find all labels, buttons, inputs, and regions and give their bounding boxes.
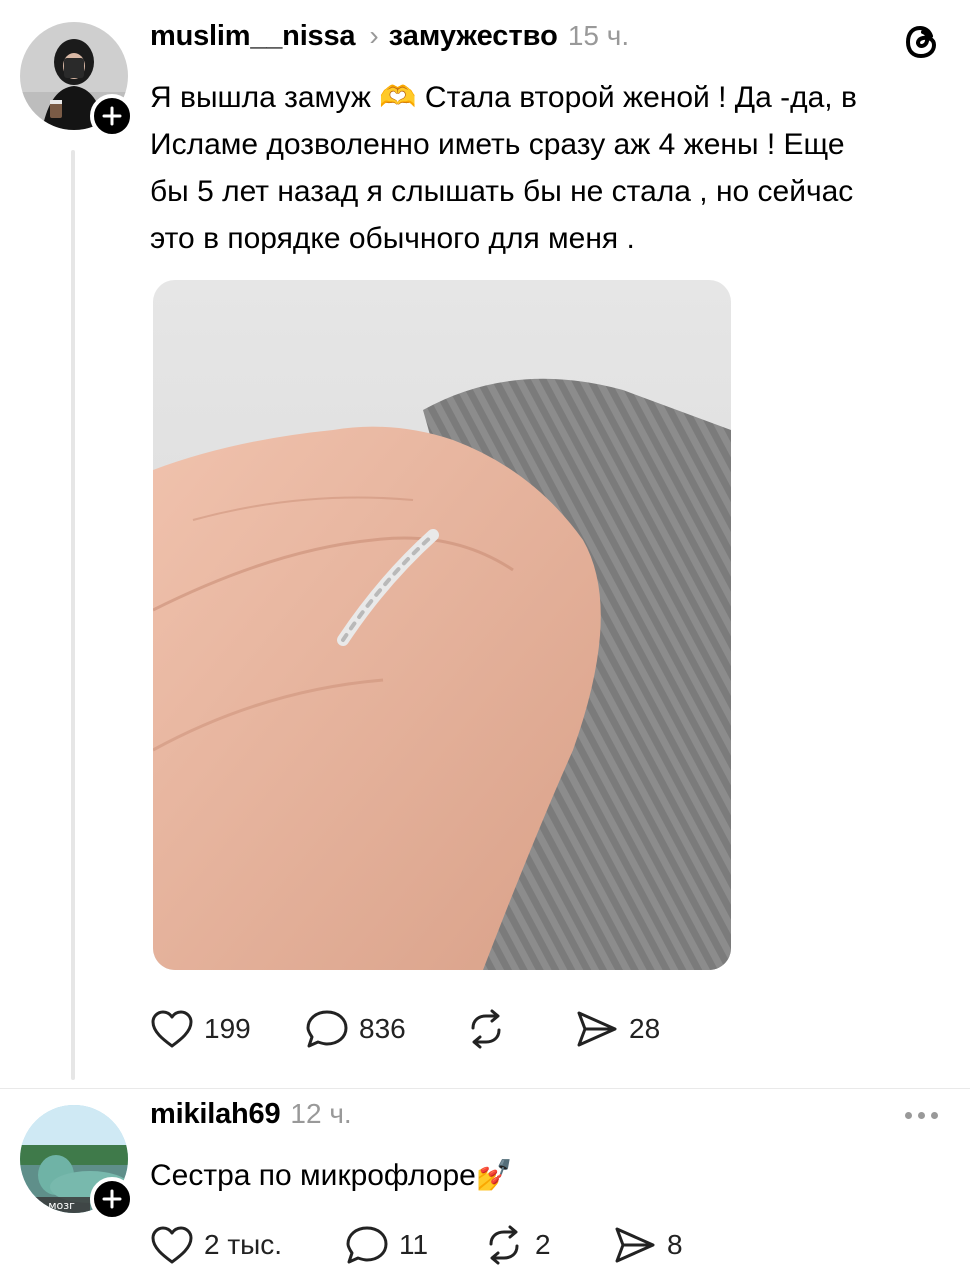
topic-tag[interactable]: замужество [389, 20, 558, 53]
like-count: 199 [204, 1013, 251, 1044]
comment-button[interactable]: 836 [305, 1008, 465, 1050]
thread-connector-line [71, 150, 75, 1080]
repost-icon [489, 1225, 519, 1265]
speech-bubble-icon [346, 1226, 388, 1264]
avatar-caption: о мозг [38, 1199, 75, 1212]
author-username[interactable]: muslim__nissa [150, 20, 356, 53]
post-text-line: бы 5 лет назад я слышать бы не стала , н… [150, 175, 854, 208]
speech-bubble-icon [306, 1010, 348, 1048]
share-count: 8 [667, 1229, 683, 1260]
post-text-line: Исламе дозволенно иметь сразу аж 4 жены … [150, 128, 845, 161]
send-icon [577, 1011, 617, 1047]
author-avatar[interactable] [20, 22, 134, 138]
comment-button[interactable]: 11 [345, 1224, 483, 1266]
send-icon [615, 1227, 655, 1263]
reply-username[interactable]: mikilah69 [150, 1098, 281, 1131]
reply-timestamp: 12 ч. [290, 1098, 352, 1129]
post-actions: 199 836 28 [150, 1006, 660, 1052]
ellipsis-icon[interactable] [905, 1112, 938, 1119]
share-button[interactable]: 8 [613, 1225, 683, 1265]
reply-author-avatar[interactable]: о мозг [20, 1105, 134, 1221]
reply-header: mikilah69 12 ч. [150, 1098, 352, 1131]
like-button[interactable]: 199 [150, 1009, 305, 1049]
like-button[interactable]: 2 тыс. [150, 1225, 345, 1265]
chevron-right-icon: › [369, 20, 379, 51]
plus-icon [102, 1189, 122, 1209]
reply-body-text: Сестра по микрофлоре💅 [150, 1159, 514, 1192]
post-text-line: это в порядке обычного для меня . [150, 222, 635, 255]
post-body-text: Я вышла замуж 🫶 Стала второй женой ! Да … [150, 74, 940, 262]
repost-count: 2 [535, 1229, 551, 1260]
follow-button[interactable] [90, 1177, 134, 1221]
share-button[interactable]: 28 [575, 1009, 660, 1049]
repost-button[interactable] [465, 1008, 575, 1050]
repost-icon [471, 1009, 501, 1049]
post-photo[interactable] [153, 280, 731, 970]
comment-count: 11 [399, 1229, 429, 1260]
threads-logo [905, 25, 937, 59]
post-header: muslim__nissa › замужество 15 ч. [150, 20, 629, 53]
follow-button[interactable] [90, 94, 134, 138]
repost-button[interactable]: 2 [483, 1224, 613, 1266]
reply-actions: 2 тыс. 11 2 8 [150, 1222, 683, 1268]
like-count: 2 тыс. [204, 1229, 283, 1260]
post-divider [0, 1088, 970, 1089]
heart-icon [151, 1226, 193, 1264]
comment-count: 836 [359, 1013, 406, 1044]
heart-icon [151, 1010, 193, 1048]
post-text-line: Я вышла замуж 🫶 Стала второй женой ! Да … [150, 81, 857, 114]
share-count: 28 [629, 1013, 661, 1044]
plus-icon [102, 106, 122, 126]
post-timestamp: 15 ч. [567, 20, 630, 51]
